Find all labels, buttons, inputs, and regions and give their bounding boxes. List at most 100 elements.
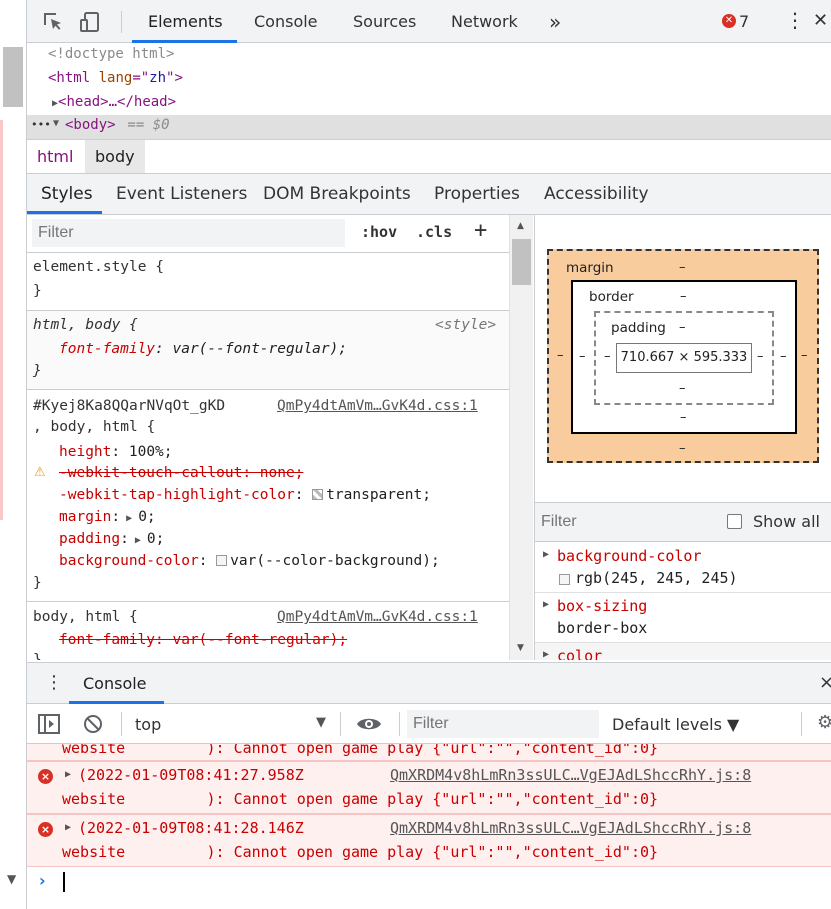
computed-filter-input[interactable] [539,508,709,536]
hov-button[interactable]: :hov [361,223,397,241]
styles-scrollbar[interactable]: ▲ ▼ [509,215,533,660]
rule-property-bg[interactable]: background-color: var(--color-background… [59,553,440,569]
tab-console[interactable]: Console [254,0,318,43]
margin-right-value[interactable]: – [801,348,808,363]
more-tabs-button[interactable]: » [549,0,561,43]
border-left-value[interactable]: – [579,349,586,364]
rule-property-tap[interactable]: -webkit-tap-highlight-color: transparent… [59,487,431,503]
log-levels-dropdown[interactable]: Default levels ▼ [612,715,739,734]
scroll-down-arrow-icon[interactable]: ▼ [517,643,524,653]
expand-triangle-icon[interactable]: ▶ [543,549,549,560]
computed-prop-name: background-color [557,547,702,565]
context-dropdown-icon[interactable]: ▼ [316,715,326,730]
breadcrumb: html body [27,139,831,174]
rule-selector[interactable]: element.style { [33,259,164,275]
tab-sources[interactable]: Sources [353,0,416,43]
dom-head-node[interactable]: ▶<head>…</head> [52,94,176,110]
tab-properties[interactable]: Properties [434,174,520,214]
color-swatch-icon[interactable] [312,489,324,500]
box-model-border[interactable]: border – – – – padding – – – – 710.667 ×… [571,280,797,434]
context-select[interactable]: top [135,715,161,734]
collapse-triangle-icon[interactable]: ▼ [53,118,59,129]
expand-triangle-icon[interactable]: ▶ [65,822,71,833]
console-filter-input[interactable] [407,710,599,738]
computed-item[interactable]: ▶ color [535,643,831,660]
rule-source: <style> [435,317,497,333]
expand-triangle-icon[interactable]: ▶ [120,513,138,524]
console-error-message[interactable]: × ▶ (2022-01-09T08:41:27.958Z QmXRDM4v8h… [27,761,831,814]
border-right-value[interactable]: – [780,349,787,364]
dom-body-node-selected[interactable]: ••• ▼ <body> == $0 [27,115,831,139]
margin-bottom-value[interactable]: – [679,441,686,456]
border-bottom-value[interactable]: – [680,410,687,425]
border-top-value[interactable]: – [680,289,687,304]
console-prompt[interactable]: › [27,868,831,898]
computed-item[interactable]: ▶ box-sizing border-box [535,593,831,643]
breadcrumb-body[interactable]: body [85,140,145,173]
expand-triangle-icon[interactable]: ▶ [129,535,147,546]
color-swatch-icon[interactable] [559,574,570,585]
drawer-menu-icon[interactable]: ⋮ [45,672,63,693]
console-settings-gear-icon[interactable]: ⚙ [817,712,831,733]
tab-event-listeners[interactable]: Event Listeners [116,174,247,214]
close-devtools-icon[interactable]: ✕ [813,10,828,31]
sidebar-toggle-icon[interactable] [38,714,60,738]
padding-bottom-value[interactable]: – [679,381,686,396]
padding-top-value[interactable]: – [679,320,686,335]
dom-body-dots-icon[interactable]: ••• [31,118,51,131]
new-style-rule-button[interactable]: + [474,218,487,243]
padding-right-value[interactable]: – [757,349,764,364]
tab-network[interactable]: Network [451,0,518,43]
message-source-link[interactable]: QmXRDM4v8hLmRn3ssULC…VgEJAdLShccRhY.js:8 [390,766,751,784]
rule-property-font[interactable]: font-family: var(--font-regular); [59,632,347,648]
styles-scrollbar-thumb[interactable] [512,239,531,285]
clear-console-icon[interactable] [83,714,103,738]
rule-selector[interactable]: body, html { [33,609,138,625]
rule-source-link[interactable]: QmPy4dtAmVm…GvK4d.css:1 [277,609,478,625]
dom-doctype[interactable]: <!doctype html> [48,46,174,62]
page-scrollbar-thumb[interactable] [3,47,23,107]
console-error-message[interactable]: website ): Cannot open game play {"url":… [27,744,831,761]
kebab-menu-icon[interactable]: ⋮ [785,10,805,30]
box-model-padding[interactable]: padding – – – – 710.667 × 595.333 [594,311,774,405]
expand-triangle-icon[interactable]: ▶ [543,599,549,610]
tab-elements[interactable]: Elements [148,0,223,43]
rule-property-margin[interactable]: margin: ▶ 0; [59,509,156,525]
scroll-up-arrow-icon[interactable]: ▲ [517,221,524,231]
rule-selector[interactable]: html, body { [33,317,138,333]
console-error-message[interactable]: × ▶ (2022-01-09T08:41:28.146Z QmXRDM4v8h… [27,814,831,867]
device-toolbar-icon[interactable] [79,10,103,34]
tab-styles[interactable]: Styles [41,174,93,214]
rule-property-callout[interactable]: -webkit-touch-callout: none; [59,465,303,481]
error-count[interactable]: 7 [739,12,749,31]
inspect-element-icon[interactable] [41,10,65,34]
rule-property-height[interactable]: height: 100%; [59,444,173,460]
error-count-icon[interactable]: ✕ [722,14,736,28]
tab-accessibility[interactable]: Accessibility [544,174,649,214]
styles-filter-input[interactable] [32,219,345,247]
cls-button[interactable]: .cls [416,223,452,241]
rule-selector[interactable]: #Kyej8Ka8QQarNVqOt_gKD [33,398,225,414]
computed-item[interactable]: ▶ background-color rgb(245, 245, 245) [535,543,831,593]
rule-property[interactable]: font-family: var(--font-regular); [59,341,347,357]
dom-html-node[interactable]: <html lang="zh"> [48,70,183,86]
drawer-tab-console[interactable]: Console [83,674,147,693]
show-all-checkbox[interactable] [727,514,742,529]
tab-dom-breakpoints[interactable]: DOM Breakpoints [263,174,411,214]
eye-icon[interactable] [356,715,382,737]
rule-property-padding[interactable]: padding: ▶ 0; [59,531,164,547]
breadcrumb-html[interactable]: html [27,140,83,173]
message-source-link[interactable]: QmXRDM4v8hLmRn3ssULC…VgEJAdLShccRhY.js:8 [390,819,751,837]
color-swatch-icon[interactable] [216,555,228,566]
close-drawer-icon[interactable]: × [819,672,831,693]
scroll-down-arrow-icon[interactable]: ▼ [7,872,16,886]
margin-top-value[interactable]: – [679,260,686,275]
padding-left-value[interactable]: – [604,349,611,364]
box-model-content[interactable]: 710.667 × 595.333 [616,343,752,373]
expand-triangle-icon[interactable]: ▶ [65,769,71,780]
margin-left-value[interactable]: – [557,348,564,363]
prompt-caret[interactable] [63,872,65,892]
box-model-margin[interactable]: margin – – – – border – – – – padding – … [547,249,819,463]
expand-triangle-icon[interactable]: ▶ [543,649,549,660]
rule-source-link[interactable]: QmPy4dtAmVm…GvK4d.css:1 [277,398,478,414]
